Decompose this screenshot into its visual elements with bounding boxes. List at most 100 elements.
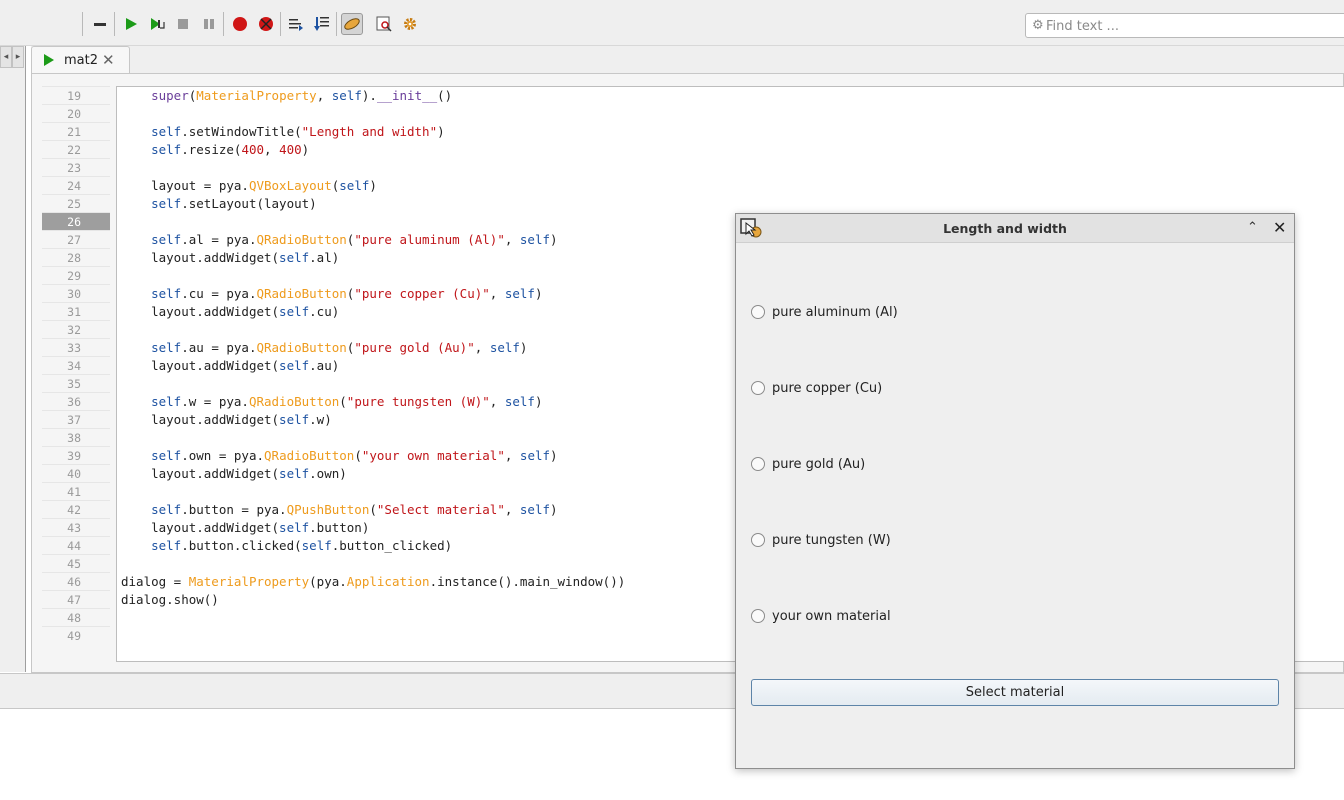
code-token: self — [151, 286, 182, 301]
code-line: dialog = MaterialProperty(pya.Applicatio… — [121, 573, 625, 591]
code-line: super(MaterialProperty, self).__init__() — [121, 87, 452, 105]
find-text-input[interactable] — [1046, 16, 1344, 36]
scroll-right-icon[interactable]: ▸ — [12, 46, 24, 68]
stop-icon[interactable] — [172, 13, 194, 35]
code-token: .w) — [309, 412, 332, 427]
line-number: 25 — [42, 194, 110, 212]
code-line: self .own = pya.QRadioButton("your own ma… — [121, 447, 558, 465]
code-token: self — [279, 358, 310, 373]
edit-mode-icon[interactable] — [341, 13, 363, 35]
code-token: .au = pya. — [181, 340, 257, 355]
dialog-titlebar[interactable]: Length and width ⌃ ✕ — [736, 214, 1294, 243]
dialog-title: Length and width — [943, 221, 1067, 236]
code-token: QPushButton — [286, 502, 370, 517]
close-icon[interactable]: ✕ — [102, 51, 115, 69]
code-token: QRadioButton — [264, 448, 355, 463]
code-token: , — [504, 448, 520, 463]
code-token: ( — [369, 502, 377, 517]
code-token: layout.addWidget( — [151, 304, 280, 319]
code-line: layout.addWidget(self.cu) — [121, 303, 339, 321]
radio-option-tungsten[interactable]: pure tungsten (W) — [751, 531, 891, 549]
code-line: self.setWindowTitle("Length and width") — [121, 123, 445, 141]
chevron-up-icon[interactable]: ⌃ — [1247, 220, 1258, 235]
close-icon[interactable]: ✕ — [1273, 218, 1286, 237]
code-token: (pya. — [309, 574, 347, 589]
code-token: .own = pya. — [181, 448, 265, 463]
code-token: layout = pya. — [151, 178, 249, 193]
length-width-dialog: Length and width ⌃ ✕ pure aluminum (Al) … — [735, 213, 1295, 769]
code-line: self.w = pya.QRadioButton("pure tungsten… — [121, 393, 542, 411]
code-token: __init__ — [376, 88, 438, 103]
line-number: 26 — [42, 212, 110, 230]
radio-option-gold[interactable]: pure gold (Au) — [751, 455, 865, 473]
line-number: 22 — [42, 140, 110, 158]
radio-button[interactable] — [751, 533, 765, 547]
scroll-left-icon[interactable]: ◂ — [0, 46, 12, 68]
code-token: ) — [369, 178, 377, 193]
line-number: 24 — [42, 176, 110, 194]
code-token: ( — [354, 448, 362, 463]
code-token: , — [504, 502, 520, 517]
left-panel: ◂ ▸ — [0, 46, 26, 672]
code-token: self — [151, 502, 182, 517]
code-token: self — [339, 178, 370, 193]
toolbar: ⚙ — [0, 0, 1344, 46]
radio-option-copper[interactable]: pure copper (Cu) — [751, 379, 882, 397]
toolbar-separator — [336, 12, 337, 36]
tab-mat2[interactable]: mat2 ✕ — [31, 46, 130, 74]
step-into-icon[interactable] — [311, 13, 333, 35]
radio-option-own-material[interactable]: your own material — [751, 607, 891, 625]
gear-icon[interactable]: ⚙ — [1032, 18, 1044, 33]
code-token: self — [519, 448, 551, 463]
radio-button[interactable] — [751, 609, 765, 623]
code-token: 400 — [279, 142, 302, 157]
code-token: self — [519, 232, 551, 247]
line-number: 27 — [42, 230, 110, 248]
code-token: .button) — [309, 520, 370, 535]
code-token: self — [504, 286, 535, 301]
code-token: , — [489, 286, 505, 301]
radio-label: pure tungsten (W) — [772, 532, 891, 548]
run-step-icon[interactable] — [146, 13, 168, 35]
code-token: ). — [361, 88, 377, 103]
code-token: "your own material" — [361, 448, 505, 463]
code-token: MaterialProperty — [196, 88, 317, 103]
breakpoint-icon[interactable] — [229, 13, 251, 35]
code-token: .au) — [309, 358, 340, 373]
code-token: self — [151, 142, 182, 157]
code-token: ) — [550, 448, 558, 463]
code-token: self — [151, 340, 182, 355]
collapse-icon[interactable] — [89, 13, 111, 35]
line-number: 46 — [42, 572, 110, 590]
line-number: 48 — [42, 608, 110, 626]
toolbar-separator — [280, 12, 281, 36]
code-token: dialog = — [121, 574, 189, 589]
radio-button[interactable] — [751, 305, 765, 319]
line-number: 20 — [42, 104, 110, 122]
toolbar-separator — [114, 12, 115, 36]
line-number: 49 — [42, 626, 110, 644]
code-token: ) — [550, 502, 558, 517]
code-token: .instance().main_window()) — [429, 574, 626, 589]
code-token: QRadioButton — [256, 232, 347, 247]
clear-breakpoints-icon[interactable] — [255, 13, 277, 35]
pause-icon[interactable] — [198, 13, 220, 35]
code-token: .cu) — [309, 304, 340, 319]
step-over-icon[interactable] — [285, 13, 307, 35]
radio-option-aluminum[interactable]: pure aluminum (Al) — [751, 303, 898, 321]
settings-icon[interactable] — [399, 13, 421, 35]
code-line: self.cu = pya.QRadioButton("pure copper … — [121, 285, 542, 303]
code-line: self.setLayout(layout) — [121, 195, 317, 213]
find-text-field[interactable]: ⚙ — [1025, 13, 1344, 38]
radio-button[interactable] — [751, 457, 765, 471]
code-token: .own) — [309, 466, 347, 481]
code-token: "Select material" — [376, 502, 505, 517]
run-icon[interactable] — [120, 13, 142, 35]
inspect-icon[interactable] — [373, 13, 395, 35]
code-token: 400 — [241, 142, 265, 157]
code-token: layout.addWidget( — [151, 412, 280, 427]
select-material-button[interactable]: Select material — [751, 679, 1279, 706]
code-token: layout.addWidget( — [151, 466, 280, 481]
code-token: "Length and width" — [301, 124, 438, 139]
radio-button[interactable] — [751, 381, 765, 395]
